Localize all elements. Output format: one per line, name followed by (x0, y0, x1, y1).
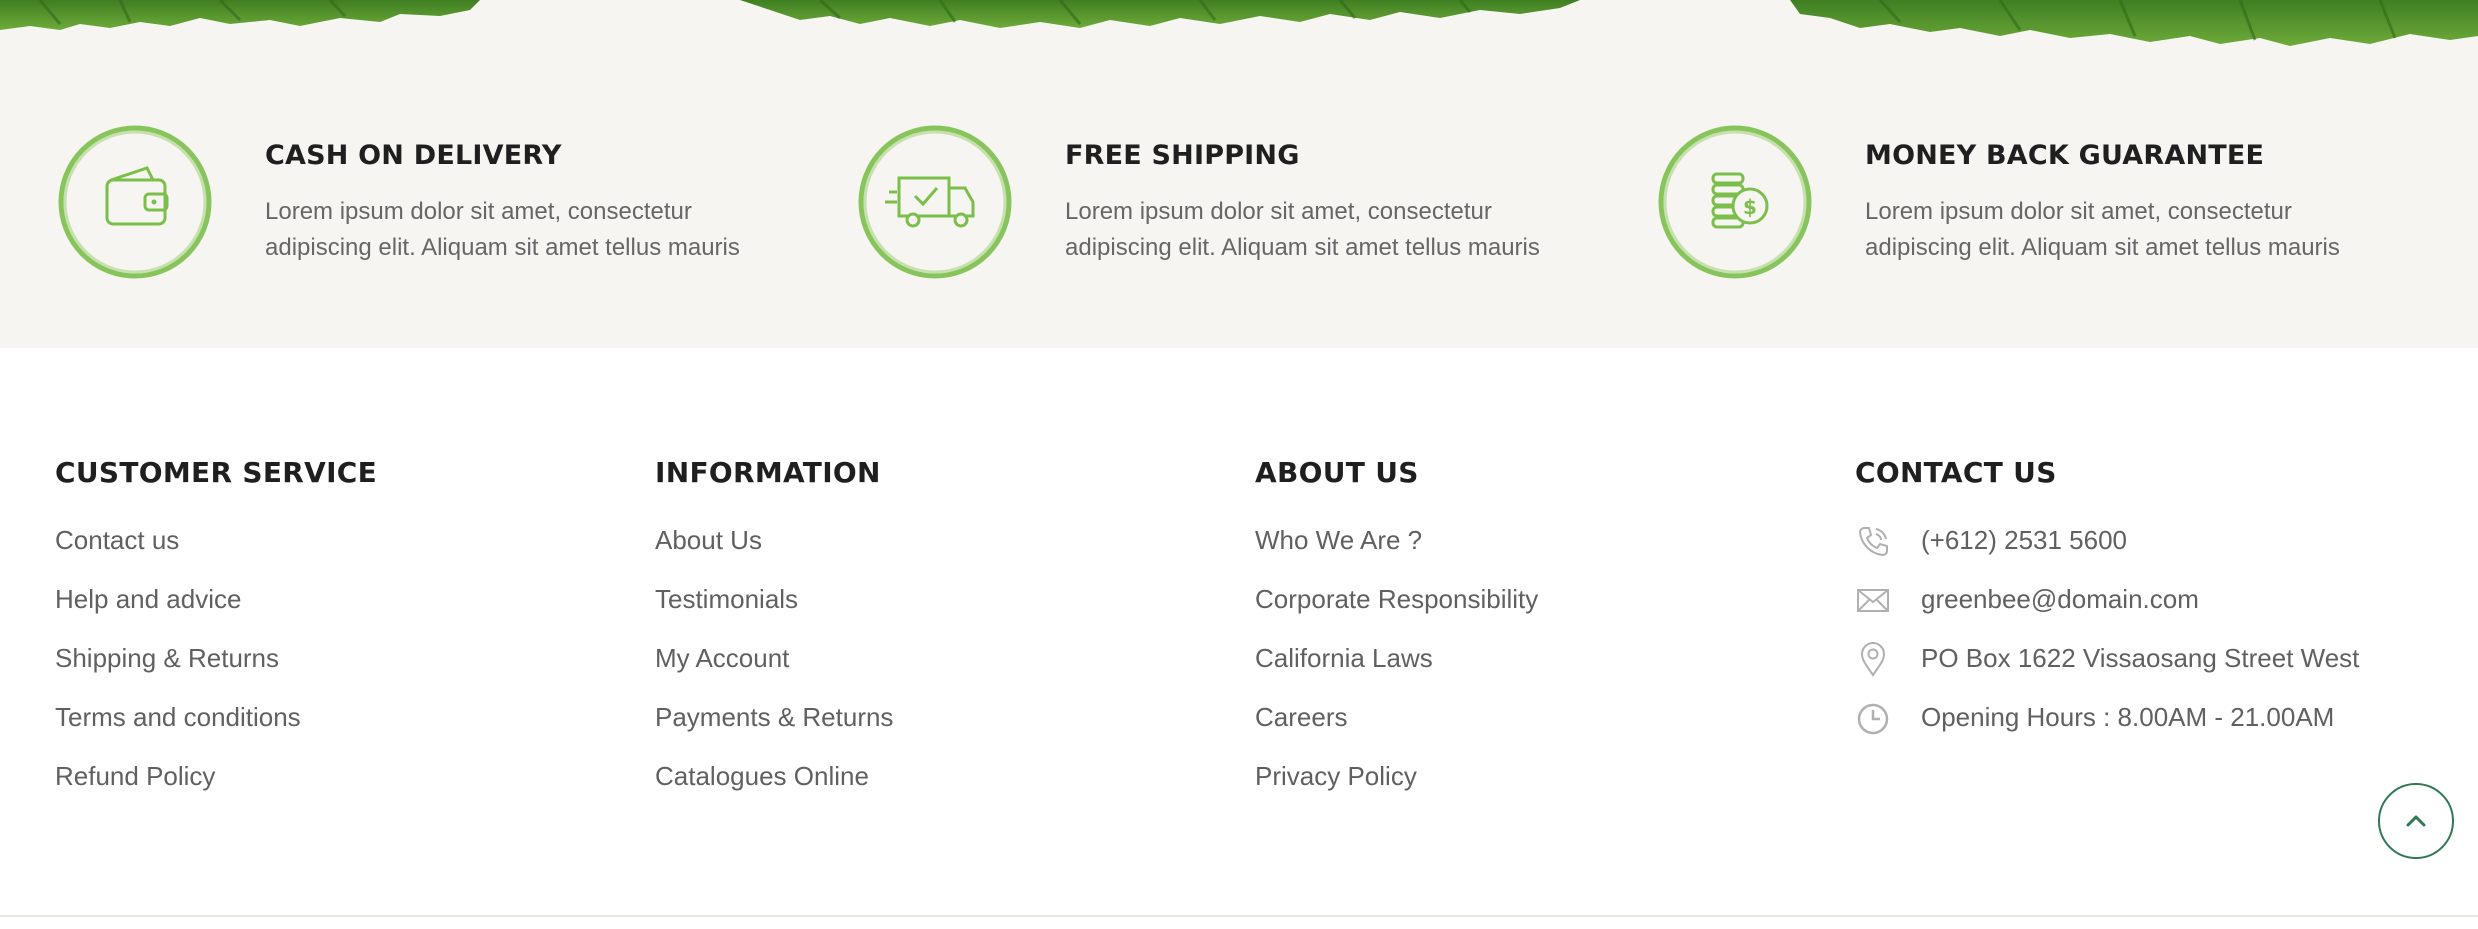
delivery-truck-icon (858, 125, 1012, 279)
contact-phone[interactable]: (+612) 2531 5600 (1855, 525, 2359, 584)
footer-link-corporate-responsibility[interactable]: Corporate Responsibility (1255, 584, 1538, 643)
footer-column-contact-us: CONTACT US (+612) 2531 5600 greenbee@dom… (1855, 456, 2359, 761)
footer-divider (0, 915, 2478, 917)
footer-column-about-us: ABOUT US Who We Are ? Corporate Responsi… (1255, 456, 1538, 820)
feature-description: Lorem ipsum dolor sit amet, consectetur … (265, 198, 740, 261)
footer-link-contact-us[interactable]: Contact us (55, 525, 377, 584)
svg-text:$: $ (1743, 195, 1757, 219)
column-heading: INFORMATION (655, 456, 881, 489)
contact-hours-text: Opening Hours : 8.00AM - 21.00AM (1921, 702, 2335, 732)
feature-title: MONEY BACK GUARANTEE (1865, 140, 2265, 171)
contact-address: PO Box 1622 Vissaosang Street West (1855, 641, 2360, 702)
phone-icon (1858, 527, 1888, 557)
footer-link-payments-returns[interactable]: Payments & Returns (655, 702, 893, 761)
contact-hours: Opening Hours : 8.00AM - 21.00AM (1855, 702, 2359, 761)
column-heading: CUSTOMER SERVICE (55, 456, 378, 489)
coins-icon: $ (1658, 125, 1812, 279)
location-pin-icon (1860, 641, 1886, 677)
footer-column-information: INFORMATION About Us Testimonials My Acc… (655, 456, 893, 820)
chevron-up-icon (2406, 815, 2426, 827)
footer-column-customer-service: CUSTOMER SERVICE Contact us Help and adv… (55, 456, 377, 820)
feature-description: Lorem ipsum dolor sit amet, consectetur … (1865, 198, 2340, 261)
footer-link-shipping-returns[interactable]: Shipping & Returns (55, 643, 377, 702)
footer-link-who-we-are[interactable]: Who We Are ? (1255, 525, 1538, 584)
contact-email-text: greenbee@domain.com (1921, 584, 2199, 614)
footer-link-privacy-policy[interactable]: Privacy Policy (1255, 761, 1538, 820)
footer-link-refund-policy[interactable]: Refund Policy (55, 761, 377, 820)
footer-link-terms[interactable]: Terms and conditions (55, 702, 377, 761)
grass-decoration (0, 0, 2478, 60)
column-heading: ABOUT US (1255, 456, 1419, 489)
footer-link-my-account[interactable]: My Account (655, 643, 893, 702)
footer-link-help-advice[interactable]: Help and advice (55, 584, 377, 643)
column-heading: CONTACT US (1855, 456, 2057, 489)
footer-link-careers[interactable]: Careers (1255, 702, 1538, 761)
clock-icon (1857, 703, 1889, 735)
feature-title: CASH ON DELIVERY (265, 140, 562, 171)
feature-title: FREE SHIPPING (1065, 140, 1300, 171)
footer-link-california-laws[interactable]: California Laws (1255, 643, 1538, 702)
footer-link-testimonials[interactable]: Testimonials (655, 584, 893, 643)
feature-description: Lorem ipsum dolor sit amet, consectetur … (1065, 198, 1540, 261)
mail-icon (1857, 589, 1889, 612)
back-to-top-button[interactable] (2378, 783, 2454, 859)
contact-phone-text: (+612) 2531 5600 (1921, 525, 2128, 555)
contact-email[interactable]: greenbee@domain.com (1855, 584, 2359, 643)
footer-link-catalogues[interactable]: Catalogues Online (655, 761, 893, 820)
contact-address-text: PO Box 1622 Vissaosang Street West (1921, 643, 2360, 673)
wallet-icon (58, 125, 212, 279)
footer-link-about-us[interactable]: About Us (655, 525, 893, 584)
